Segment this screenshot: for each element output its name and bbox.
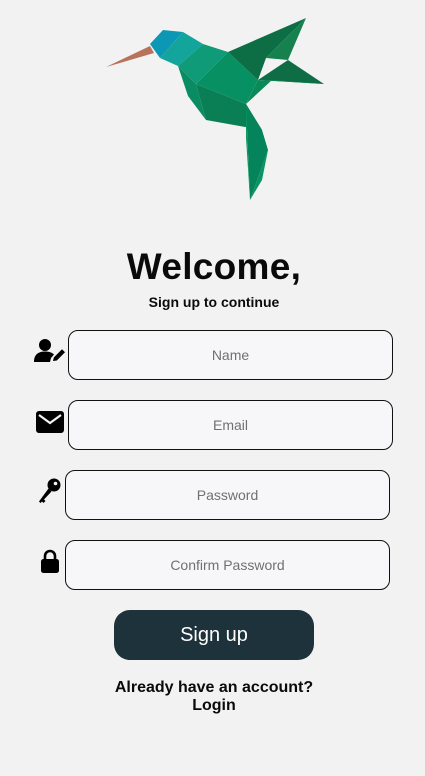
password-input[interactable] <box>65 470 390 520</box>
user-edit-icon <box>34 339 65 362</box>
email-input[interactable] <box>68 400 393 450</box>
password-row <box>39 470 390 520</box>
key-icon <box>39 478 61 503</box>
page-subtitle: Sign up to continue <box>148 294 280 310</box>
name-row <box>34 330 393 380</box>
page-title: Welcome, <box>126 246 302 287</box>
login-link[interactable]: Login <box>0 697 425 715</box>
lock-icon <box>41 549 59 573</box>
already-have-account-text: Already have an account? <box>114 679 314 696</box>
hummingbird-logo <box>106 18 324 200</box>
envelope-icon <box>36 411 64 433</box>
email-row <box>36 400 393 450</box>
confirm-password-input[interactable] <box>65 540 390 590</box>
name-input[interactable] <box>68 330 393 380</box>
signup-screen: Welcome, Sign up to continue Name Email … <box>0 0 425 776</box>
confirm-password-row <box>41 540 390 590</box>
sign-up-button[interactable]: Sign up <box>114 610 314 660</box>
